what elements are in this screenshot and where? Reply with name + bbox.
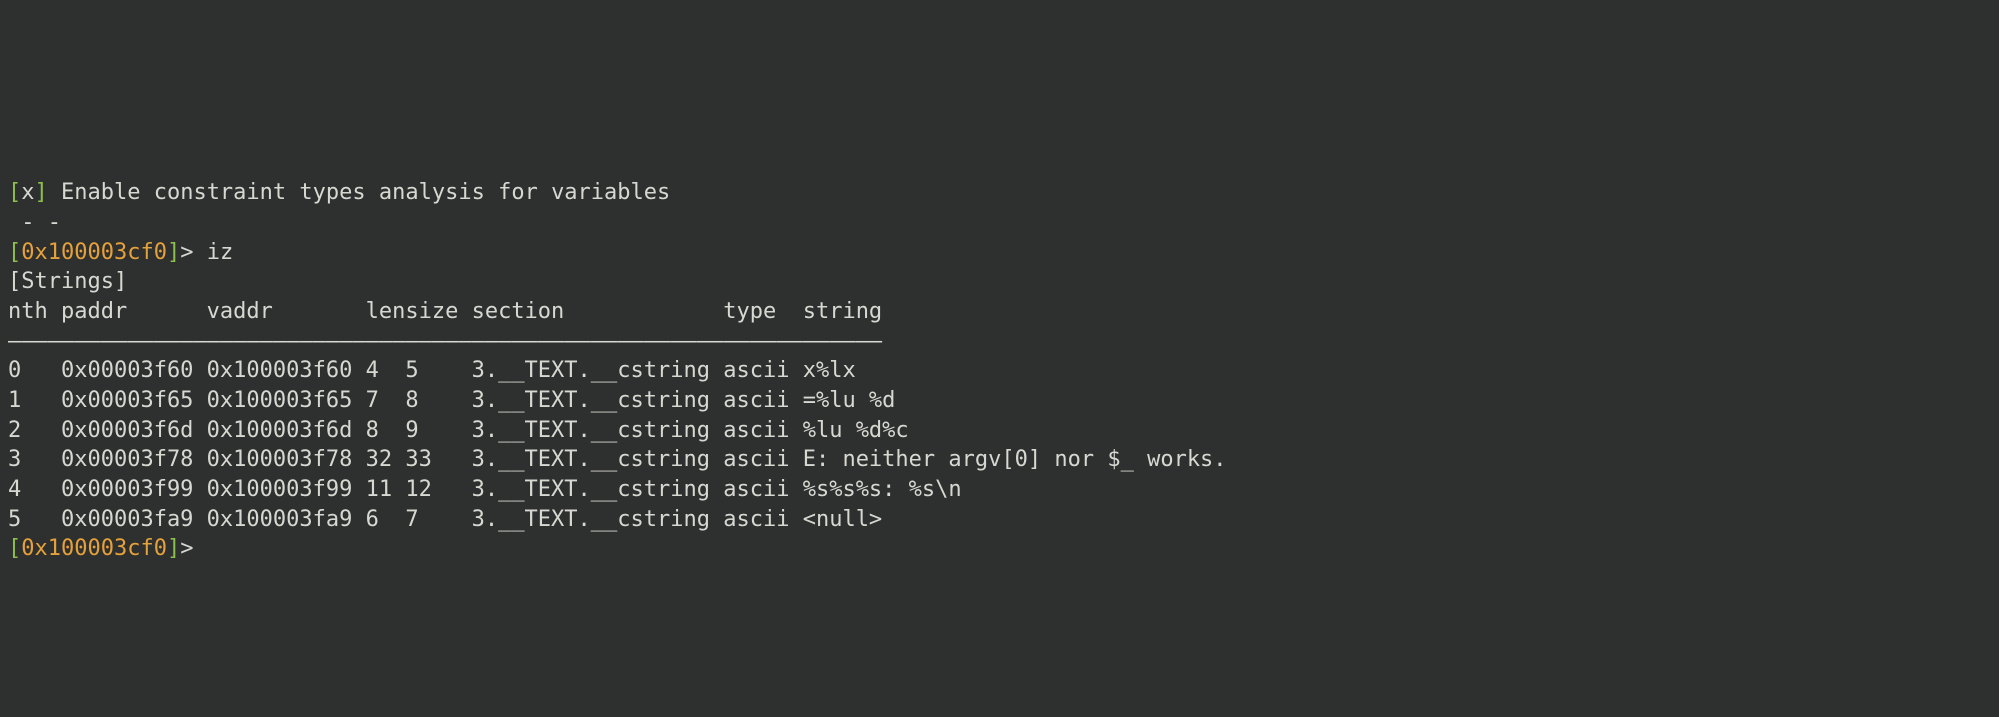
command-text: iz [193, 240, 233, 265]
prompt-close-bracket: ] [167, 536, 180, 561]
prompt-line-1[interactable]: [0x100003cf0]> iz [8, 240, 233, 265]
strings-heading: [Strings] [8, 269, 127, 294]
checkbox-line: [x] Enable constraint types analysis for… [8, 180, 670, 205]
prompt-line-2[interactable]: [0x100003cf0]> [8, 536, 193, 561]
table-body: 0 0x00003f60 0x100003f60 4 5 3.__TEXT.__… [8, 358, 1227, 531]
table-divider: ――――――――――――――――――――――――――――――――――――――――… [8, 329, 882, 354]
prompt-address: 0x100003cf0 [21, 240, 167, 265]
checkbox-close-bracket: ] [35, 180, 48, 205]
prompt-caret: > [180, 536, 193, 561]
table-header: nth paddr vaddr lensize section type str… [8, 299, 882, 324]
prompt-caret: > [180, 240, 193, 265]
dashes-line: - - [8, 210, 61, 235]
terminal-output: [x] Enable constraint types analysis for… [0, 148, 1999, 568]
prompt-open-bracket: [ [8, 536, 21, 561]
checkbox-open-bracket: [ [8, 180, 21, 205]
prompt-close-bracket: ] [167, 240, 180, 265]
prompt-address: 0x100003cf0 [21, 536, 167, 561]
checkbox-label: Enable constraint types analysis for var… [48, 180, 671, 205]
checkbox-mark: x [21, 180, 34, 205]
prompt-open-bracket: [ [8, 240, 21, 265]
